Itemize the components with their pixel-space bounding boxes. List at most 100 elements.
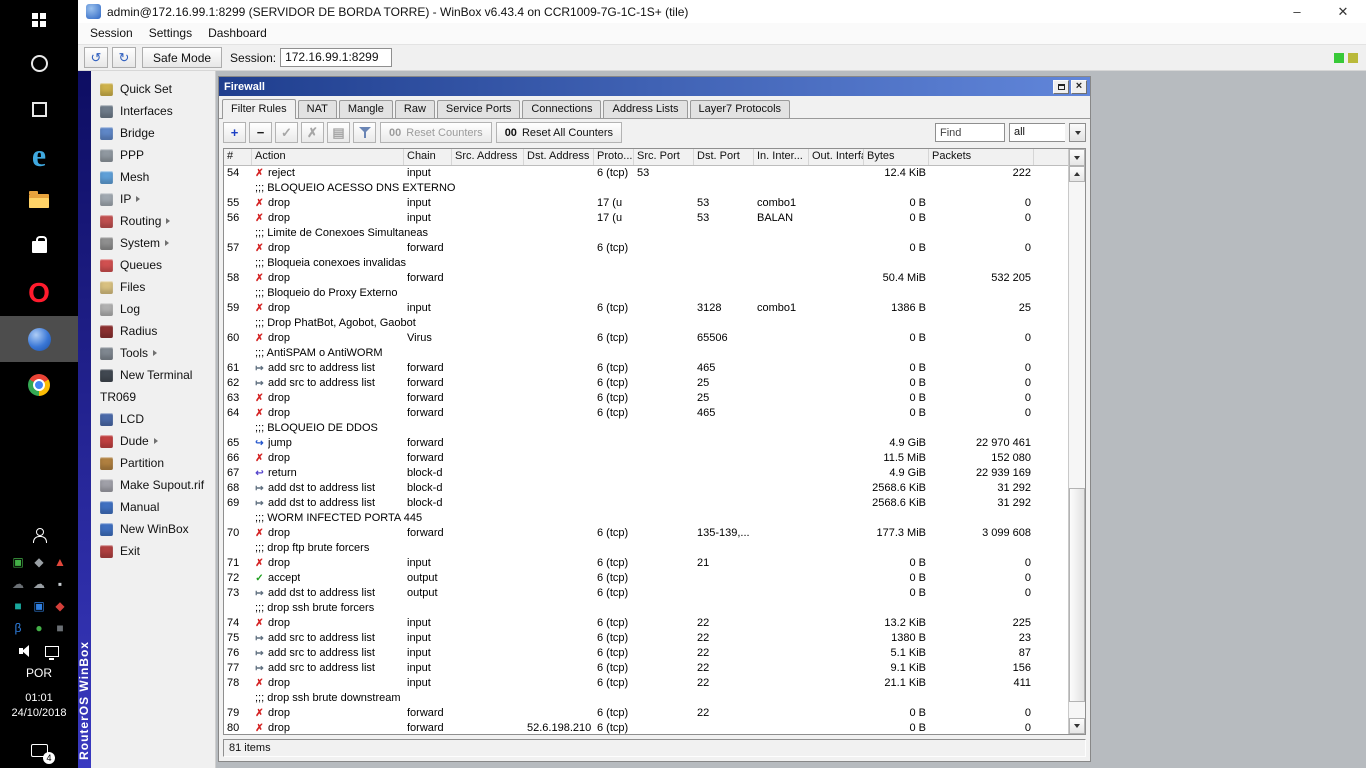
edge-app[interactable]: e (0, 132, 78, 178)
firewall-close-button[interactable]: × (1071, 80, 1087, 94)
task-view-button[interactable] (0, 86, 78, 132)
rule-row[interactable]: 65↪jumpforward4.9 GiB22 970 461 (224, 436, 1068, 451)
comment-button[interactable]: ▤ (327, 122, 350, 143)
tab-layer7-protocols[interactable]: Layer7 Protocols (690, 100, 791, 118)
find-input[interactable] (935, 123, 1005, 142)
clock[interactable]: 01:01 24/10/2018 (11, 691, 66, 721)
sidebar-item-ip[interactable]: IP (91, 188, 215, 210)
sidebar-item-quick-set[interactable]: Quick Set (91, 78, 215, 100)
column-header-action[interactable]: Action (252, 149, 404, 165)
comment-row[interactable]: ;;; drop ssh brute downstream (224, 691, 1068, 706)
sidebar-item-dude[interactable]: Dude (91, 430, 215, 452)
sidebar-item-new-winbox[interactable]: New WinBox (91, 518, 215, 540)
menu-session[interactable]: Session (82, 23, 141, 44)
file-explorer-app[interactable] (0, 178, 78, 224)
tray-icon[interactable]: ▣ (11, 555, 25, 569)
rule-row[interactable]: 66✗dropforward11.5 MiB152 080 (224, 451, 1068, 466)
tray-icon[interactable]: ◆ (32, 555, 46, 569)
network-icon[interactable] (45, 646, 59, 657)
rule-row[interactable]: 57✗dropforward6 (tcp)0 B0 (224, 241, 1068, 256)
rule-row[interactable]: 54✗rejectinput6 (tcp)5312.4 KiB222 (224, 166, 1068, 181)
chrome-app[interactable] (0, 362, 78, 408)
rule-row[interactable]: 55✗dropinput17 (u53combo10 B0 (224, 196, 1068, 211)
sidebar-item-exit[interactable]: Exit (91, 540, 215, 562)
tab-connections[interactable]: Connections (522, 100, 601, 118)
tray-icon[interactable]: ▣ (32, 599, 46, 613)
column-header-chain[interactable]: Chain (404, 149, 452, 165)
sidebar-item-partition[interactable]: Partition (91, 452, 215, 474)
rule-row[interactable]: 67↩returnblock-d4.9 GiB22 939 169 (224, 466, 1068, 481)
comment-row[interactable]: ;;; drop ssh brute forcers (224, 601, 1068, 616)
rule-row[interactable]: 73↦add dst to address listoutput6 (tcp)0… (224, 586, 1068, 601)
scroll-down-button[interactable] (1069, 718, 1085, 734)
column-header-dst-address[interactable]: Dst. Address (524, 149, 594, 165)
tray-icon[interactable]: ■ (53, 621, 67, 635)
column-header-src-address[interactable]: Src. Address (452, 149, 524, 165)
close-button[interactable]: ✕ (1320, 0, 1366, 23)
scrollbar-thumb[interactable] (1069, 488, 1085, 702)
column-header-out-interfa[interactable]: Out. Interfa... (809, 149, 864, 165)
rule-row[interactable]: 78✗dropinput6 (tcp)2221.1 KiB411 (224, 676, 1068, 691)
rule-row[interactable]: 64✗dropforward6 (tcp)4650 B0 (224, 406, 1068, 421)
column-config-button[interactable] (1069, 149, 1085, 166)
tray-icon[interactable]: ◆ (53, 599, 67, 613)
sidebar-item-routing[interactable]: Routing (91, 210, 215, 232)
tray-icon[interactable]: β (11, 621, 25, 635)
comment-row[interactable]: ;;; BLOQUEIO DE DDOS (224, 421, 1068, 436)
comment-row[interactable]: ;;; drop ftp brute forcers (224, 541, 1068, 556)
menu-settings[interactable]: Settings (141, 23, 200, 44)
sidebar-item-manual[interactable]: Manual (91, 496, 215, 518)
add-button[interactable]: + (223, 122, 246, 143)
rule-row[interactable]: 76↦add src to address listinput6 (tcp)22… (224, 646, 1068, 661)
sidebar-item-bridge[interactable]: Bridge (91, 122, 215, 144)
menu-dashboard[interactable]: Dashboard (200, 23, 275, 44)
language-indicator[interactable]: POR (26, 666, 52, 680)
reset-counters-button[interactable]: 00 Reset Counters (380, 122, 492, 143)
comment-row[interactable]: ;;; Limite de Conexoes Simultaneas (224, 226, 1068, 241)
tab-nat[interactable]: NAT (298, 100, 337, 118)
cortana-button[interactable] (0, 40, 78, 86)
tray-icon[interactable]: ■ (11, 599, 25, 613)
undo-button[interactable]: ↺ (84, 47, 108, 68)
safe-mode-button[interactable]: Safe Mode (142, 47, 222, 68)
reset-all-counters-button[interactable]: 00 Reset All Counters (496, 122, 622, 143)
tray-icon[interactable]: ▲ (53, 555, 67, 569)
rule-row[interactable]: 59✗dropinput6 (tcp)3128combo11386 B25 (224, 301, 1068, 316)
filter-scope-dropdown-button[interactable] (1069, 123, 1086, 142)
column-header-proto[interactable]: Proto... (594, 149, 634, 165)
minimize-button[interactable]: – (1274, 0, 1320, 23)
people-button[interactable] (0, 523, 78, 547)
tab-raw[interactable]: Raw (395, 100, 435, 118)
sidebar-item-lcd[interactable]: LCD (91, 408, 215, 430)
rule-row[interactable]: 80✗dropforward52.6.198.2106 (tcp)0 B0 (224, 721, 1068, 734)
column-header-bytes[interactable]: Bytes (864, 149, 929, 165)
rule-row[interactable]: 70✗dropforward6 (tcp)135-139,...177.3 Mi… (224, 526, 1068, 541)
sidebar-item-radius[interactable]: Radius (91, 320, 215, 342)
volume-icon[interactable] (19, 645, 34, 657)
remove-button[interactable]: − (249, 122, 272, 143)
notification-center-button[interactable]: 4 (0, 736, 78, 764)
comment-row[interactable]: ;;; AntiSPAM o AntiWORM (224, 346, 1068, 361)
scrollbar-track[interactable] (1069, 182, 1085, 718)
start-button[interactable] (0, 0, 78, 40)
column-header-in-inter[interactable]: In. Inter... (754, 149, 809, 165)
rule-row[interactable]: 71✗dropinput6 (tcp)210 B0 (224, 556, 1068, 571)
redo-button[interactable]: ↻ (112, 47, 136, 68)
rule-row[interactable]: 74✗dropinput6 (tcp)2213.2 KiB225 (224, 616, 1068, 631)
rule-row[interactable]: 69↦add dst to address listblock-d2568.6 … (224, 496, 1068, 511)
sidebar-item-tr069[interactable]: TR069 (91, 386, 215, 408)
rule-row[interactable]: 63✗dropforward6 (tcp)250 B0 (224, 391, 1068, 406)
tab-service-ports[interactable]: Service Ports (437, 100, 520, 118)
tab-filter-rules[interactable]: Filter Rules (222, 99, 296, 119)
tray-icon[interactable]: ▪ (53, 577, 67, 591)
filter-scope-select[interactable]: all (1009, 123, 1065, 142)
firewall-titlebar[interactable]: Firewall × (219, 77, 1090, 96)
rule-row[interactable]: 75↦add src to address listinput6 (tcp)22… (224, 631, 1068, 646)
rule-row[interactable]: 62↦add src to address listforward6 (tcp)… (224, 376, 1068, 391)
comment-row[interactable]: ;;; Bloqueio do Proxy Externo (224, 286, 1068, 301)
opera-app[interactable]: O (0, 270, 78, 316)
tab-address-lists[interactable]: Address Lists (603, 100, 687, 118)
column-header-number[interactable]: # (224, 149, 252, 165)
column-header-packets[interactable]: Packets (929, 149, 1034, 165)
sidebar-item-files[interactable]: Files (91, 276, 215, 298)
